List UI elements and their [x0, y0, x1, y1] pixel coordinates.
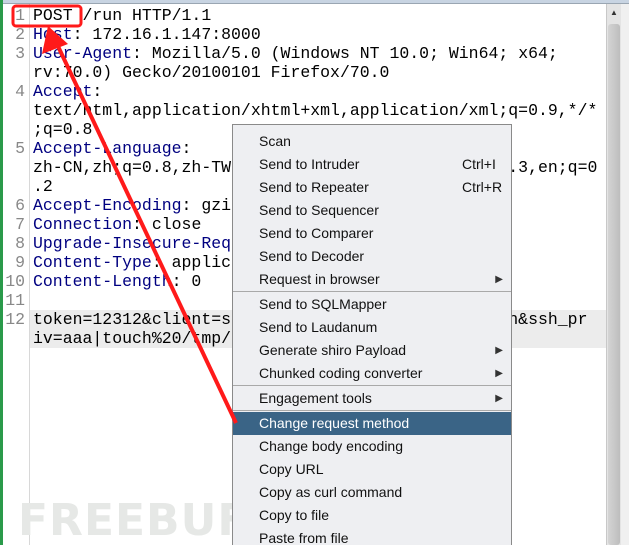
annotation-arrowhead-icon [42, 26, 68, 54]
request-editor-panel: FREEBUF 1POST /run HTTP/1.12Host: 172.16… [0, 0, 629, 546]
highlight-box [11, 4, 83, 28]
annotation-overlay [11, 4, 238, 424]
annotation-arrow-line [54, 41, 238, 424]
